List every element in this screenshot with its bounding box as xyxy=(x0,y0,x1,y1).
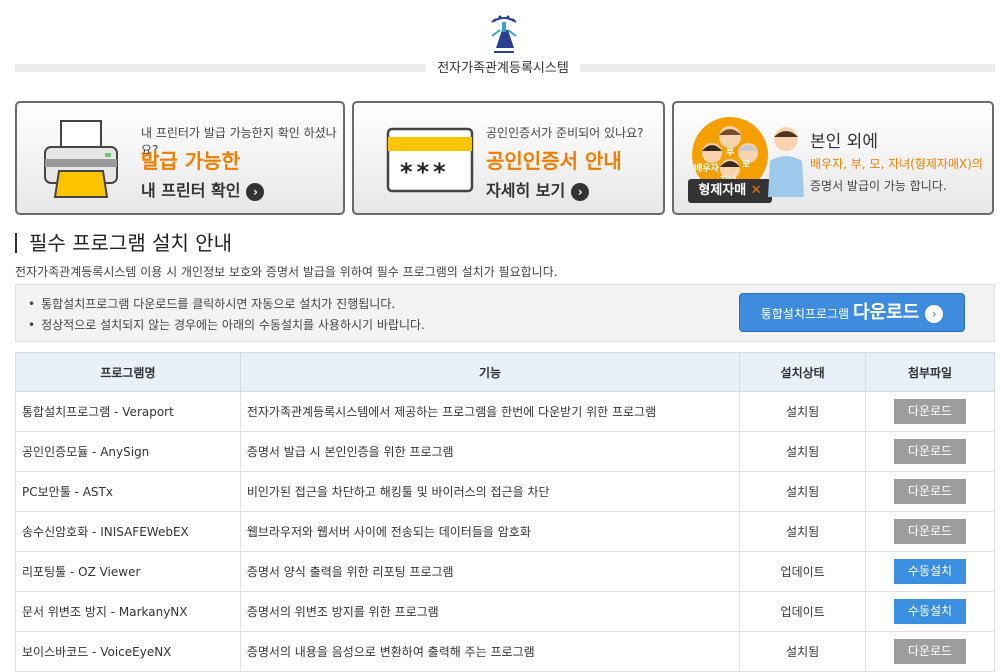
family-headline: 본인 외에 xyxy=(810,132,878,152)
program-function: 웹브라우저와 웹서버 사이에 전송되는 데이터들을 암호화 xyxy=(239,511,741,552)
attachment-cell: 다운로드 xyxy=(865,471,995,512)
install-status: 업데이트 xyxy=(739,551,867,592)
printer-check-link[interactable]: 내 프린터 확인 › xyxy=(141,177,265,201)
program-function: 증명서의 위변조 방지를 위한 프로그램 xyxy=(239,591,741,632)
attachment-cell: 수동설치 xyxy=(865,591,995,632)
manual-install-button[interactable]: 수동설치 xyxy=(894,599,967,624)
card-stars: *** xyxy=(400,158,450,186)
program-table: 프로그램명 기능 설치상태 첨부파일 통합설치프로그램 - Veraport 전… xyxy=(15,352,995,672)
program-name: 리포팅툴 - OZ Viewer xyxy=(15,551,241,592)
install-status: 설치됨 xyxy=(739,471,867,512)
spouse-label: 배우자 xyxy=(694,164,719,174)
notice-list: 통합설치프로그램 다운로드를 클릭하시면 자동으로 설치가 진행됩니다. 정상적… xyxy=(28,294,425,336)
printer-check-card[interactable]: 내 프린터가 발급 가능한지 확인 하셨나요? 발급 가능한 내 프린터 확인 › xyxy=(15,101,345,215)
certificate-question: 공인인증서가 준비되어 있나요? xyxy=(486,126,644,140)
install-status: 설치됨 xyxy=(739,631,867,672)
table-row: 통합설치프로그램 - Veraport 전자가족관계등록시스템에서 제공하는 프… xyxy=(15,391,995,432)
table-row: 송수신암호화 - INISAFEWebEX 웹브라우저와 웹서버 사이에 전송되… xyxy=(15,511,995,552)
download-button[interactable]: 다운로드 xyxy=(894,479,967,504)
person-icon xyxy=(768,127,804,197)
download-button[interactable]: 다운로드 xyxy=(894,439,967,464)
integrated-download-button[interactable]: 통합설치프로그램 다운로드 › xyxy=(739,293,965,332)
attachment-cell: 다운로드 xyxy=(865,431,995,472)
certificate-info-card[interactable]: *** 공인인증서가 준비되어 있나요? 공인인증서 안내 자세히 보기 › xyxy=(352,101,665,215)
certificate-detail-label: 자세히 보기 xyxy=(486,181,566,200)
install-status: 설치됨 xyxy=(739,391,867,432)
table-row: 공인인증모듈 - AnySign 증명서 발급 시 본인인증을 위한 프로그램 … xyxy=(15,431,995,472)
printer-headline: 발급 가능한 xyxy=(141,149,240,173)
download-button[interactable]: 다운로드 xyxy=(894,639,967,664)
header-install-status: 설치상태 xyxy=(739,352,867,392)
section-title: 필수 프로그램 설치 안내 xyxy=(15,233,232,253)
attachment-cell: 다운로드 xyxy=(865,391,995,432)
download-button[interactable]: 다운로드 xyxy=(894,399,967,424)
download-button[interactable]: 다운로드 xyxy=(894,519,967,544)
download-button-big: 다운로드 xyxy=(853,302,920,323)
family-relations: 배우자, 부, 모, 자녀(형제자매X)의 xyxy=(810,157,983,171)
family-description: 증명서 발급이 가능 합니다. xyxy=(810,179,947,193)
header: 전자가족관계등록시스템 xyxy=(0,0,1000,90)
download-button-small: 통합설치프로그램 xyxy=(760,307,850,321)
install-status: 업데이트 xyxy=(739,591,867,632)
program-name: 공인인증모듈 - AnySign xyxy=(15,431,241,472)
mother-label: 모 xyxy=(742,160,751,170)
install-status: 설치됨 xyxy=(739,431,867,472)
close-icon: ✕ xyxy=(750,183,762,198)
arrow-right-icon: › xyxy=(246,182,265,201)
attachment-cell: 수동설치 xyxy=(865,551,995,592)
table-row: 리포팅툴 - OZ Viewer 증명서 양식 출력을 위한 리포팅 프로그램 … xyxy=(15,551,995,592)
program-name: 문서 위변조 방지 - MarkanyNX xyxy=(15,591,241,632)
header-attachment: 첨부파일 xyxy=(865,352,995,392)
printer-icon xyxy=(44,120,118,198)
notice-item: 통합설치프로그램 다운로드를 클릭하시면 자동으로 설치가 진행됩니다. xyxy=(28,294,425,315)
father-label: 부 xyxy=(726,148,735,158)
program-name: 보이스바코드 - VoiceEyeNX xyxy=(15,631,241,672)
certificate-detail-link[interactable]: 자세히 보기 › xyxy=(486,177,590,201)
program-name: PC보안툴 - ASTx xyxy=(15,471,241,512)
program-function: 증명서의 내용을 음성으로 변환하여 출력해 주는 프로그램 xyxy=(239,631,741,672)
court-logo-icon[interactable] xyxy=(478,8,530,60)
printer-check-label: 내 프린터 확인 xyxy=(141,181,241,200)
program-name: 통합설치프로그램 - Veraport xyxy=(15,391,241,432)
table-row: 보이스바코드 - VoiceEyeNX 증명서의 내용을 음성으로 변환하여 출… xyxy=(15,631,995,672)
program-function: 전자가족관계등록시스템에서 제공하는 프로그램을 한번에 다운받기 위한 프로그… xyxy=(239,391,741,432)
program-function: 증명서 발급 시 본인인증을 위한 프로그램 xyxy=(239,431,741,472)
arrow-right-icon: › xyxy=(571,182,590,201)
program-name: 송수신암호화 - INISAFEWebEX xyxy=(15,511,241,552)
sibling-badge-label: 형제자매 xyxy=(698,183,747,198)
table-header-row: 프로그램명 기능 설치상태 첨부파일 xyxy=(15,352,995,392)
family-issue-card: 부 모 배우자 자녀 형제자매 ✕ 본인 외에 배우자, 부, 모, 자녀(형제… xyxy=(672,101,994,215)
section-description: 전자가족관계등록시스템 이용 시 개인정보 보호와 증명서 발급을 위하여 필수… xyxy=(15,265,558,279)
attachment-cell: 다운로드 xyxy=(865,511,995,552)
install-status: 설치됨 xyxy=(739,511,867,552)
attachment-cell: 다운로드 xyxy=(865,631,995,672)
table-row: 문서 위변조 방지 - MarkanyNX 증명서의 위변조 방지를 위한 프로… xyxy=(15,591,995,632)
program-function: 증명서 양식 출력을 위한 리포팅 프로그램 xyxy=(239,551,741,592)
arrow-right-icon: › xyxy=(925,304,944,323)
manual-install-button[interactable]: 수동설치 xyxy=(894,559,967,584)
site-title: 전자가족관계등록시스템 xyxy=(426,59,580,79)
notice-item: 정상적으로 설치되지 않는 경우에는 아래의 수동설치를 사용하시기 바랍니다. xyxy=(28,315,425,336)
certificate-headline: 공인인증서 안내 xyxy=(486,149,622,173)
table-row: PC보안툴 - ASTx 비인가된 접근을 차단하고 해킹툴 및 바이러스의 접… xyxy=(15,471,995,512)
header-function: 기능 xyxy=(239,352,741,392)
sibling-excluded-badge: 형제자매 ✕ xyxy=(688,179,772,203)
header-program-name: 프로그램명 xyxy=(15,352,241,392)
program-function: 비인가된 접근을 차단하고 해킹툴 및 바이러스의 접근을 차단 xyxy=(239,471,741,512)
